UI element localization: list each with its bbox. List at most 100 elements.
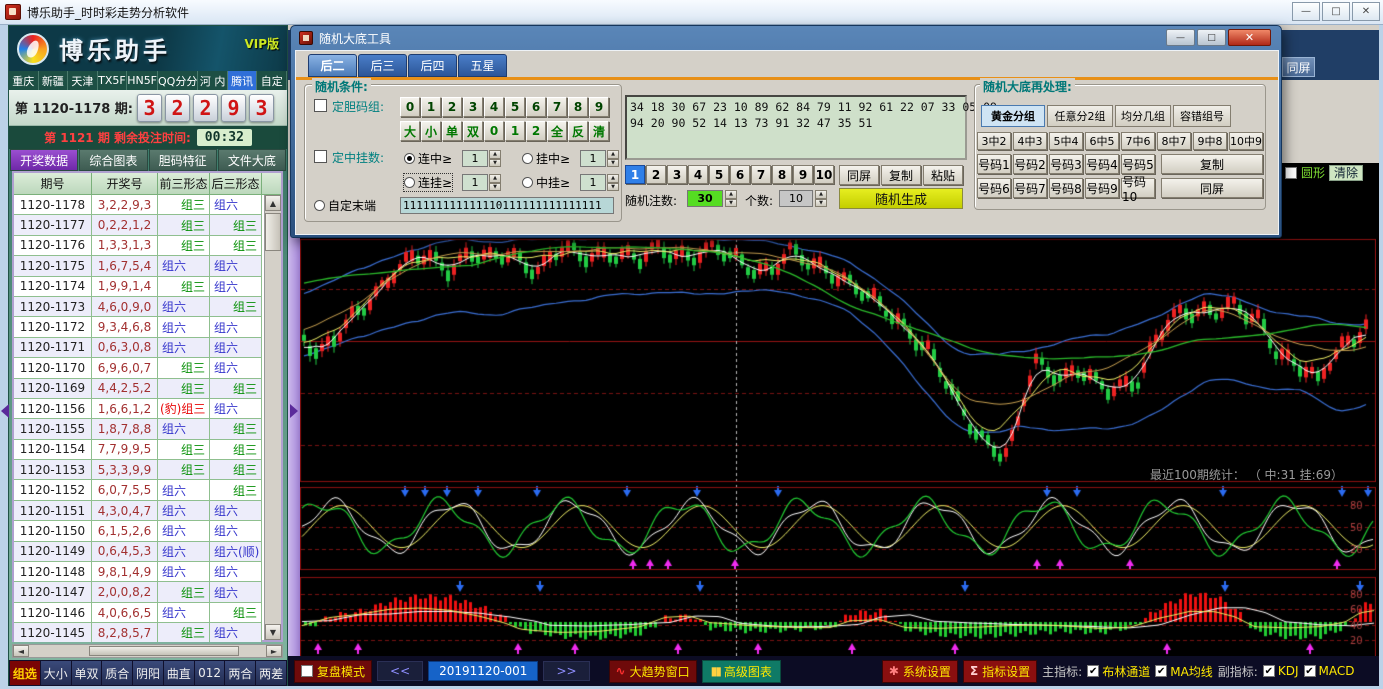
next-period-button[interactable]: >> bbox=[543, 661, 589, 681]
result-copy-button[interactable]: 复制 bbox=[881, 165, 921, 185]
kdj-toggle[interactable]: ✔KDJ bbox=[1263, 664, 1299, 678]
table-row[interactable]: 1120-11770,2,2,1,2组三组三 bbox=[14, 215, 262, 235]
table-row[interactable]: 1120-11506,1,5,2,6组六组六 bbox=[14, 521, 262, 541]
dan-digit-4[interactable]: 4 bbox=[484, 97, 504, 117]
lottery-tab-7[interactable]: 腾讯 bbox=[228, 71, 258, 90]
filter-button-7[interactable]: 两合 bbox=[225, 661, 255, 685]
zhong-button-6[interactable]: 9中8 bbox=[1193, 132, 1227, 150]
trend-window-button[interactable]: ∿大趋势窗口 bbox=[609, 660, 697, 683]
dan-checkbox[interactable] bbox=[314, 99, 327, 112]
dialog-titlebar[interactable]: 随机大底工具 — □ ✕ bbox=[291, 26, 1281, 50]
table-row[interactable]: 1120-11561,6,6,1,2(豹)组三组六 bbox=[14, 399, 262, 419]
random-result-listbox[interactable]: 34 18 30 67 23 10 89 62 84 79 11 92 61 2… bbox=[625, 95, 967, 160]
pager-button-8[interactable]: 8 bbox=[772, 165, 792, 184]
filter-button-2[interactable]: 单双 bbox=[72, 661, 102, 685]
process-tab-3[interactable]: 容错组号 bbox=[1173, 105, 1231, 127]
dan-attr-3[interactable]: 双 bbox=[463, 121, 483, 141]
dan-attr-9[interactable]: 清 bbox=[589, 121, 609, 141]
number-button-7[interactable]: 号码7 bbox=[1013, 178, 1047, 198]
pager-button-6[interactable]: 6 bbox=[730, 165, 750, 184]
table-row[interactable]: 1120-11751,6,7,5,4组六组六 bbox=[14, 256, 262, 276]
filter-button-6[interactable]: 012 bbox=[195, 661, 225, 685]
zhong-button-2[interactable]: 5中4 bbox=[1049, 132, 1083, 150]
bet-count-spinner[interactable]: ▲▼ bbox=[725, 190, 737, 207]
dan-digit-2[interactable]: 2 bbox=[442, 97, 462, 117]
table-horizontal-scrollbar[interactable]: ◄ ► bbox=[12, 644, 283, 658]
dialog-tab-0[interactable]: 后二 bbox=[308, 54, 357, 77]
replay-checkbox[interactable] bbox=[301, 665, 313, 677]
mode-button-3[interactable]: 文件大底 bbox=[218, 149, 286, 171]
dan-attr-6[interactable]: 2 bbox=[526, 121, 546, 141]
table-row[interactable]: 1120-11489,8,1,4,9组六组六 bbox=[14, 562, 262, 582]
collapse-left-icon[interactable] bbox=[1, 404, 9, 418]
lottery-tab-4[interactable]: HN5F bbox=[127, 71, 158, 90]
dialog-close-button[interactable]: ✕ bbox=[1228, 29, 1271, 46]
table-row[interactable]: 1120-11526,0,7,5,5组六组三 bbox=[14, 480, 262, 500]
zhong-button-0[interactable]: 3中2 bbox=[977, 132, 1011, 150]
zhong-button-3[interactable]: 6中5 bbox=[1085, 132, 1119, 150]
kdj-checkbox[interactable]: ✔ bbox=[1263, 665, 1275, 677]
dan-digit-1[interactable]: 1 bbox=[421, 97, 441, 117]
table-row[interactable]: 1120-11734,6,0,9,0组六组三 bbox=[14, 297, 262, 317]
hscroll-thumb[interactable] bbox=[89, 646, 239, 656]
process-tab-1[interactable]: 任意分2组 bbox=[1047, 105, 1113, 127]
radio-value-1[interactable]: 1 bbox=[580, 150, 606, 167]
table-row[interactable]: 1120-11535,3,3,9,9组三组三 bbox=[14, 460, 262, 480]
dialog-minimize-button[interactable]: — bbox=[1166, 29, 1195, 46]
bollinger-toggle[interactable]: ✔布林通道 bbox=[1087, 663, 1150, 680]
zhong-button-1[interactable]: 4中3 bbox=[1013, 132, 1047, 150]
number-button-6[interactable]: 号码6 bbox=[977, 178, 1011, 198]
dan-digit-5[interactable]: 5 bbox=[505, 97, 525, 117]
bollinger-checkbox[interactable]: ✔ bbox=[1087, 665, 1099, 677]
process-same-screen-button[interactable]: 同屏 bbox=[1161, 178, 1263, 198]
circle-checkbox[interactable] bbox=[1285, 167, 1297, 179]
same-screen-button[interactable]: 同屏 bbox=[1282, 57, 1315, 77]
process-tab-0[interactable]: 黄金分组 bbox=[981, 105, 1045, 127]
zhongua-checkbox[interactable] bbox=[314, 150, 327, 163]
generate-button[interactable]: 随机生成 bbox=[839, 188, 963, 209]
table-row[interactable]: 1120-11514,3,0,4,7组六组六 bbox=[14, 501, 262, 521]
table-row[interactable]: 1120-11710,6,3,0,8组六组六 bbox=[14, 338, 262, 358]
lottery-tab-5[interactable]: QQ分分 bbox=[158, 71, 198, 90]
dan-attr-0[interactable]: 大 bbox=[400, 121, 420, 141]
mode-button-1[interactable]: 综合图表 bbox=[79, 149, 147, 171]
window-close-button[interactable]: ✕ bbox=[1352, 2, 1380, 21]
table-row[interactable]: 1120-11472,0,0,8,2组三组六 bbox=[14, 582, 262, 602]
lottery-tab-6[interactable]: 河 内 bbox=[198, 71, 228, 90]
table-row[interactable]: 1120-11547,7,9,9,5组三组三 bbox=[14, 440, 262, 460]
dan-digit-7[interactable]: 7 bbox=[547, 97, 567, 117]
dialog-tab-3[interactable]: 五星 bbox=[458, 54, 507, 77]
mode-button-0[interactable]: 开奖数据 bbox=[10, 149, 78, 171]
dialog-maximize-button[interactable]: □ bbox=[1197, 29, 1226, 46]
pager-button-3[interactable]: 3 bbox=[667, 165, 687, 184]
dan-attr-5[interactable]: 1 bbox=[505, 121, 525, 141]
result-same-screen-button[interactable]: 同屏 bbox=[839, 165, 879, 185]
table-row[interactable]: 1120-11551,8,7,8,8组六组三 bbox=[14, 419, 262, 439]
dan-digit-6[interactable]: 6 bbox=[526, 97, 546, 117]
dan-attr-7[interactable]: 全 bbox=[547, 121, 567, 141]
window-maximize-button[interactable]: □ bbox=[1322, 2, 1350, 21]
process-copy-button[interactable]: 复制 bbox=[1161, 154, 1263, 174]
bet-count-input[interactable]: 30 bbox=[687, 190, 723, 207]
clear-button[interactable]: 清除 bbox=[1329, 165, 1363, 181]
radio-value-2[interactable]: 1 bbox=[462, 174, 488, 191]
lottery-tab-3[interactable]: TX5F bbox=[98, 71, 128, 90]
dan-attr-4[interactable]: 0 bbox=[484, 121, 504, 141]
pager-button-7[interactable]: 7 bbox=[751, 165, 771, 184]
table-row[interactable]: 1120-11761,3,3,1,3组三组三 bbox=[14, 236, 262, 256]
table-row[interactable]: 1120-11464,0,6,6,5组六组三 bbox=[14, 603, 262, 623]
pager-button-5[interactable]: 5 bbox=[709, 165, 729, 184]
lottery-tab-1[interactable]: 新疆 bbox=[39, 71, 69, 90]
dialog-tab-2[interactable]: 后四 bbox=[408, 54, 457, 77]
filter-button-8[interactable]: 两差 bbox=[256, 661, 286, 685]
lottery-tab-8[interactable]: 自定 bbox=[257, 71, 287, 90]
dan-attr-2[interactable]: 单 bbox=[442, 121, 462, 141]
zhong-button-7[interactable]: 10中9 bbox=[1229, 132, 1263, 150]
filter-button-4[interactable]: 阴阳 bbox=[133, 661, 163, 685]
dan-digit-8[interactable]: 8 bbox=[568, 97, 588, 117]
number-button-2[interactable]: 号码2 bbox=[1013, 154, 1047, 174]
pager-button-4[interactable]: 4 bbox=[688, 165, 708, 184]
table-row[interactable]: 1120-11783,2,2,9,3组三组六 bbox=[14, 195, 262, 215]
table-row[interactable]: 1120-11729,3,4,6,8组六组六 bbox=[14, 317, 262, 337]
macd-toggle[interactable]: ✔MACD bbox=[1304, 664, 1355, 678]
